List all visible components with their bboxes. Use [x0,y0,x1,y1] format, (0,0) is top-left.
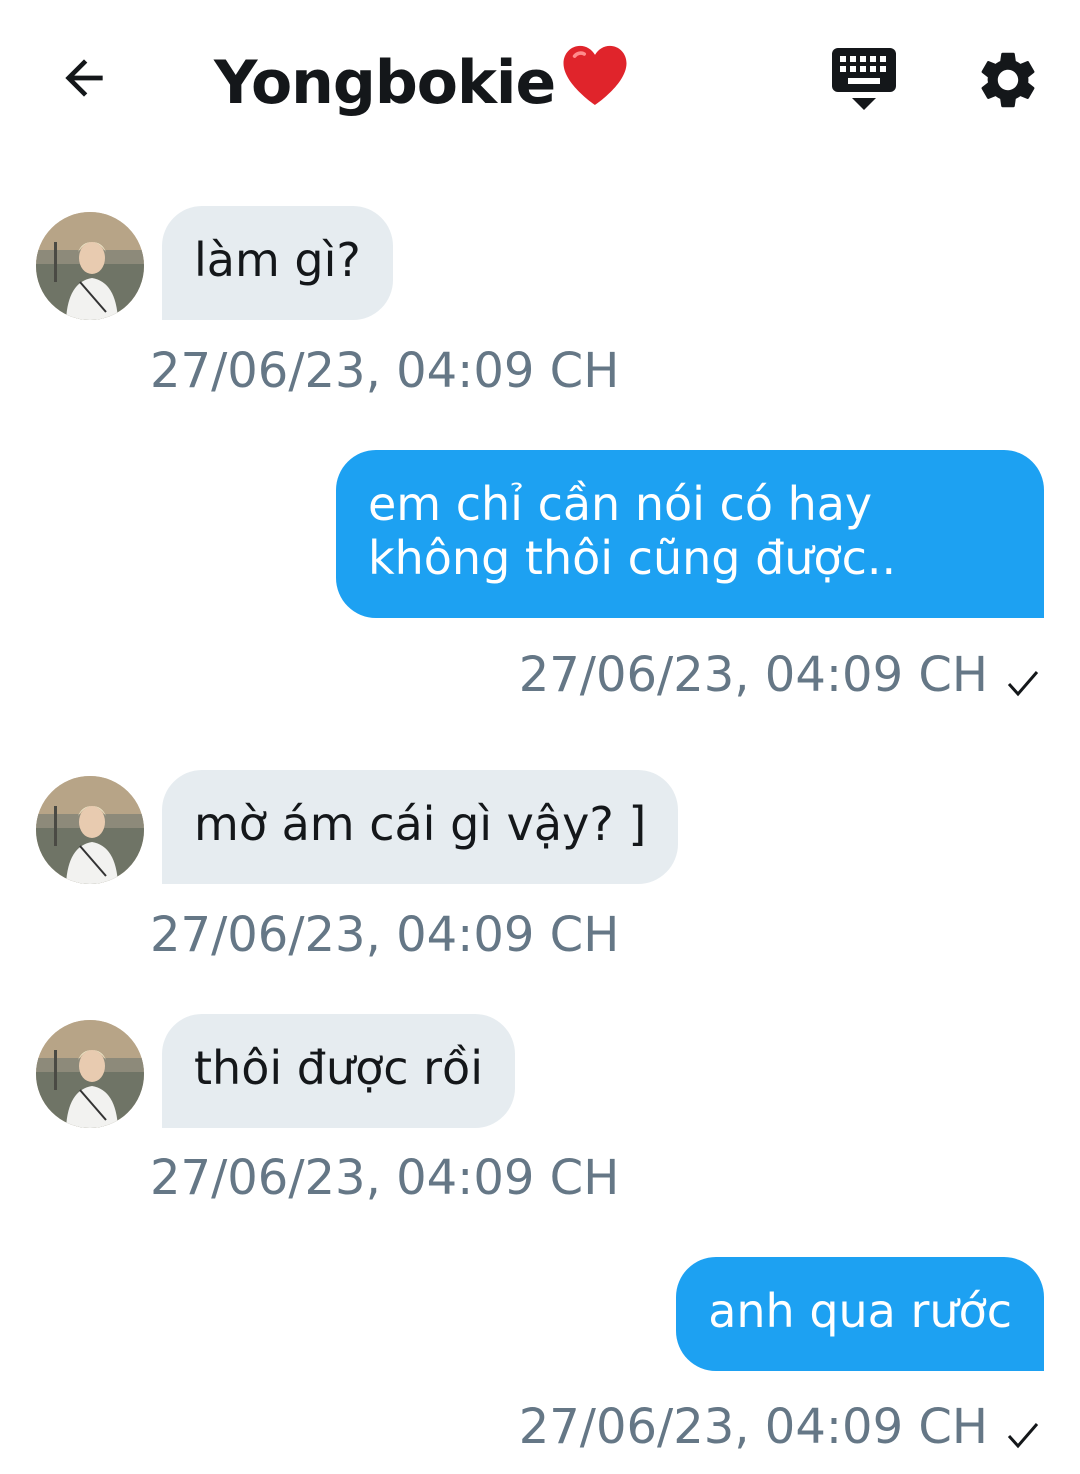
chat-title: Yongbokie [214,40,631,125]
message-text: anh qua rước [708,1284,1012,1338]
arrow-left-icon [65,59,103,97]
message-text: làm gì? [194,233,361,287]
avatar[interactable] [36,776,144,884]
message-bubble-incoming[interactable]: làm gì? [162,206,393,320]
message-text-line: em chỉ cần nói có hay [368,477,873,531]
message-timestamp: 27/06/23, 04:09 CH [518,1399,988,1455]
back-button[interactable] [52,46,116,110]
keyboard-toggle-button[interactable] [826,44,902,116]
message-bubble-outgoing[interactable]: anh qua rước [676,1257,1044,1371]
avatar[interactable] [36,1020,144,1128]
message-timestamp: 27/06/23, 04:09 CH [518,647,988,703]
gear-icon [981,52,1035,108]
checkmark-icon [1006,1406,1040,1462]
message-meta: 27/06/23, 04:09 CH [519,640,1040,710]
keyboard-icon [832,48,896,110]
message-meta: 27/06/23, 04:09 CH [519,1392,1040,1462]
message-bubble-incoming[interactable]: thôi được rồi [162,1014,515,1128]
message-bubble-incoming[interactable]: mờ ám cái gì vậy? ] [162,770,679,884]
message-timestamp: 27/06/23, 04:09 CH [150,907,620,963]
settings-button[interactable] [974,46,1042,114]
message-text: thôi được rồi [194,1041,483,1095]
message-text-line: không thôi cũng được.. [368,531,897,585]
message-bubble-outgoing[interactable]: em chỉ cần nói có hay không thôi cũng đư… [336,450,1044,618]
checkmark-icon [1006,654,1040,710]
message-timestamp: 27/06/23, 04:09 CH [150,343,620,399]
message-timestamp: 27/06/23, 04:09 CH [150,1150,620,1206]
heart-icon [559,40,631,125]
message-text: mờ ám cái gì vậy? ] [194,797,647,851]
contact-name: Yongbokie [214,47,556,118]
chat-header: Yongbokie [0,0,1080,160]
avatar[interactable] [36,212,144,320]
